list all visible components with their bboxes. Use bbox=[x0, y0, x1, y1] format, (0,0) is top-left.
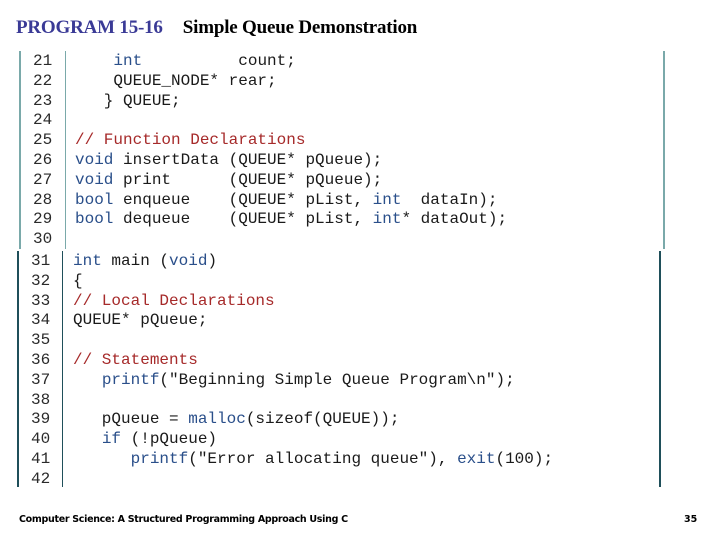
line-number: 27 bbox=[33, 170, 53, 189]
program-label: PROGRAM 15-16 bbox=[16, 17, 163, 38]
code-text: bool enqueue (QUEUE* pList, int dataIn); bbox=[75, 190, 497, 210]
code-token: } QUEUE; bbox=[75, 91, 181, 110]
code-token: * dataOut); bbox=[401, 210, 508, 229]
line-number: 39 bbox=[31, 410, 51, 429]
line-number: 41 bbox=[31, 450, 51, 468]
code-token: print (QUEUE* pQueue); bbox=[113, 170, 383, 189]
code-token: count; bbox=[142, 52, 296, 70]
code-keyword: void bbox=[169, 252, 208, 270]
code-text: bool dequeue (QUEUE* pList, int* dataOut… bbox=[75, 209, 507, 229]
code-text: // Function Declarations bbox=[75, 130, 305, 150]
code-text: QUEUE* pQueue; bbox=[73, 310, 207, 330]
code-text: void print (QUEUE* pQueue); bbox=[75, 170, 382, 190]
page-number: 35 bbox=[684, 514, 698, 525]
code-token: QUEUE_NODE* rear; bbox=[75, 71, 277, 90]
code-keyword: if bbox=[101, 430, 122, 449]
code-text: QUEUE_NODE* rear; bbox=[75, 71, 277, 91]
footer-book-title: Computer Science: A Structured Programmi… bbox=[19, 514, 348, 525]
line-number: 37 bbox=[31, 370, 51, 389]
code-text: // Statements bbox=[73, 350, 198, 370]
code-keyword: int bbox=[372, 190, 402, 209]
code-function: exit bbox=[457, 450, 496, 468]
code-text: void insertData (QUEUE* pQueue); bbox=[75, 150, 382, 170]
code-text: { bbox=[73, 271, 83, 291]
code-text: int count; bbox=[75, 51, 296, 71]
code-text: printf("Beginning Simple Queue Program\n… bbox=[73, 370, 515, 390]
line-number: 32 bbox=[31, 271, 51, 290]
code-keyword: bool bbox=[75, 210, 114, 229]
line-number: 28 bbox=[33, 190, 53, 209]
line-number: 30 bbox=[33, 230, 53, 249]
line-number: 26 bbox=[33, 151, 53, 169]
code-token: main ( bbox=[101, 252, 170, 270]
code-text: // Local Declarations bbox=[73, 291, 275, 311]
code-keyword: int bbox=[372, 210, 402, 229]
code-token: { bbox=[73, 271, 83, 290]
line-number: 29 bbox=[33, 210, 53, 229]
code-token: ("Error allocating queue"), bbox=[188, 450, 458, 468]
code-comment: // Statements bbox=[73, 351, 198, 369]
code-token: enqueue (QUEUE* pList, bbox=[113, 190, 373, 209]
code-function: malloc bbox=[188, 410, 246, 429]
line-number: 36 bbox=[31, 351, 51, 369]
code-text: } QUEUE; bbox=[75, 91, 181, 111]
gutter-divider bbox=[62, 251, 63, 487]
code-function: printf bbox=[130, 450, 189, 468]
code-token: insertData (QUEUE* pQueue); bbox=[113, 151, 383, 169]
code-token: pQueue = bbox=[73, 410, 189, 429]
code-keyword: int bbox=[113, 52, 143, 70]
right-border bbox=[659, 251, 661, 487]
code-text: int main (void) bbox=[73, 251, 217, 271]
line-number: 31 bbox=[31, 252, 51, 270]
code-keyword: void bbox=[75, 170, 114, 189]
line-number: 35 bbox=[31, 331, 51, 350]
code-text: if (!pQueue) bbox=[73, 429, 217, 449]
code-comment: // Function Declarations bbox=[75, 131, 306, 150]
line-number: 25 bbox=[33, 131, 53, 150]
code-token: (sizeof(QUEUE)); bbox=[245, 410, 400, 429]
left-border bbox=[17, 251, 19, 487]
line-number: 22 bbox=[33, 71, 53, 90]
code-text: pQueue = malloc(sizeof(QUEUE)); bbox=[73, 409, 400, 429]
right-border bbox=[663, 51, 665, 249]
line-number: 42 bbox=[31, 469, 51, 488]
code-token: dequeue (QUEUE* pList, bbox=[113, 210, 373, 229]
code-listing-bottom: 31 int main (void) 32 {33 // Local Declarati… bbox=[17, 251, 661, 488]
code-token: ) bbox=[207, 252, 218, 270]
line-number: 23 bbox=[33, 91, 53, 110]
code-token: ("Beginning Simple Queue Program\n"); bbox=[159, 370, 515, 389]
slide-title: PROGRAM 15-16 Simple Queue Demonstration bbox=[16, 17, 417, 39]
code-keyword: bool bbox=[75, 190, 114, 209]
line-number: 33 bbox=[31, 291, 51, 310]
code-token: (100); bbox=[495, 450, 554, 468]
code-text: printf("Error allocating queue"), exit(1… bbox=[73, 449, 553, 469]
code-function: printf bbox=[101, 370, 160, 389]
code-keyword: int bbox=[73, 252, 102, 270]
code-token: dataIn); bbox=[401, 190, 498, 209]
code-token: QUEUE* pQueue; bbox=[73, 311, 208, 330]
code-listing-top: 21 int count; 22 QUEUE_NODE* rear; 23 } QU… bbox=[19, 51, 665, 249]
line-number: 21 bbox=[33, 52, 53, 70]
line-number: 24 bbox=[33, 111, 53, 130]
code-token: (!pQueue) bbox=[121, 430, 218, 449]
gutter-divider bbox=[65, 51, 66, 249]
line-number: 38 bbox=[31, 390, 51, 409]
line-number: 34 bbox=[31, 311, 51, 330]
line-number: 40 bbox=[31, 430, 51, 449]
program-title: Simple Queue Demonstration bbox=[182, 17, 418, 38]
code-comment: // Local Declarations bbox=[73, 291, 275, 310]
code-keyword: void bbox=[75, 151, 114, 169]
left-border bbox=[19, 51, 21, 249]
